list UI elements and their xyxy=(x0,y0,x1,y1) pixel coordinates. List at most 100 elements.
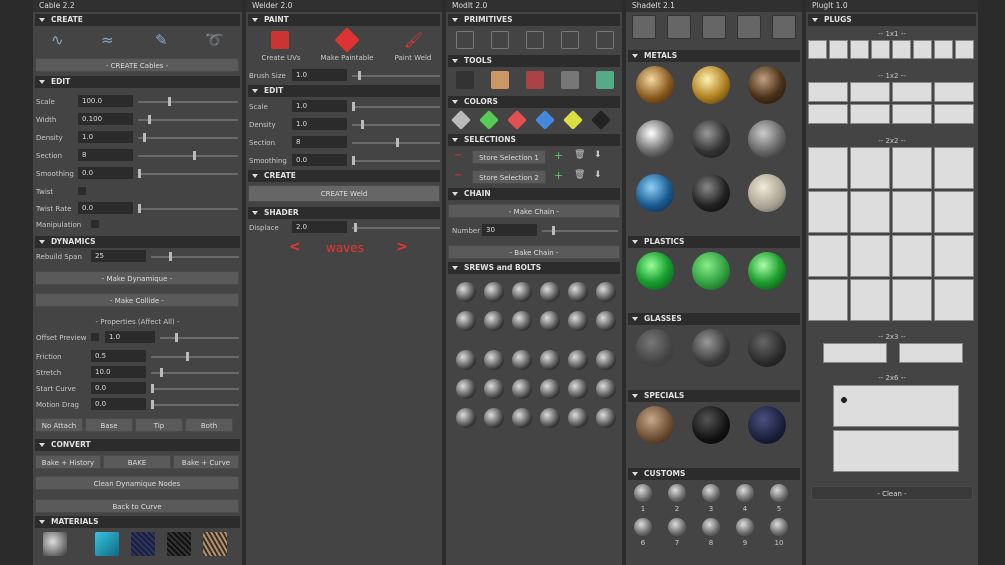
chain-number-field[interactable]: 30 xyxy=(482,224,537,236)
plug-2x3-a[interactable] xyxy=(823,343,887,363)
plug-2x2-8[interactable] xyxy=(808,235,848,277)
undefined-sphere-5[interactable] xyxy=(748,120,786,158)
color-swatch-0[interactable] xyxy=(451,110,471,130)
undefined-sphere-2[interactable] xyxy=(748,329,786,367)
screw-icon[interactable] xyxy=(568,408,588,428)
create-weld-button[interactable]: CREATE Weld xyxy=(248,185,440,202)
primitive-icon-4[interactable] xyxy=(596,31,614,49)
screw-icon[interactable] xyxy=(596,408,616,428)
pfield-slider-2[interactable] xyxy=(151,384,239,393)
screw-icon[interactable] xyxy=(456,282,476,302)
screws-section-header[interactable]: SREWS and BOLTS xyxy=(448,262,620,274)
plug-1x2-4[interactable] xyxy=(808,104,848,124)
plug-1x2-0[interactable] xyxy=(808,82,848,102)
tool-icon-0[interactable] xyxy=(456,71,474,89)
load-selection1-icon[interactable]: ⬇ xyxy=(594,150,602,160)
plug-2x2-2[interactable] xyxy=(892,147,932,189)
plug-2x2-13[interactable] xyxy=(850,279,890,321)
plug-1x2-3[interactable] xyxy=(934,82,974,102)
materials-section-header[interactable]: MATERIALS xyxy=(35,516,240,528)
color-swatch-4[interactable] xyxy=(563,110,583,130)
plug-1x2-2[interactable] xyxy=(892,82,932,102)
plug-2x2-5[interactable] xyxy=(850,191,890,233)
paint-weld-label[interactable]: Paint Weld xyxy=(388,54,438,62)
material-cyan-swatch[interactable] xyxy=(95,532,119,556)
custom-sphere-4[interactable] xyxy=(770,484,788,502)
specials-section-header[interactable]: SPECIALS xyxy=(628,390,800,402)
paint-weld-icon[interactable]: 🖌 xyxy=(404,31,423,49)
screw-icon[interactable] xyxy=(540,408,560,428)
welder-field-value-3[interactable]: 0.0 xyxy=(292,154,347,166)
welder-field-slider-2[interactable] xyxy=(352,138,440,147)
plug-2x2-12[interactable] xyxy=(808,279,848,321)
pfield-value-0[interactable]: 0.5 xyxy=(91,350,146,362)
shade-tool-icon-3[interactable] xyxy=(737,15,761,39)
tool-icon-1[interactable] xyxy=(491,71,509,89)
plug-1x1-0[interactable] xyxy=(808,40,827,59)
edit-section-header[interactable]: EDIT xyxy=(35,76,240,88)
field-value-2[interactable]: 1.0 xyxy=(78,131,133,143)
slider-knob[interactable] xyxy=(352,156,355,165)
plastics-section-header[interactable]: PLASTICS xyxy=(628,236,800,248)
undefined-sphere-7[interactable] xyxy=(692,174,730,212)
slider-knob[interactable] xyxy=(352,102,355,111)
undefined-sphere-2[interactable] xyxy=(748,252,786,290)
undefined-sphere-1[interactable] xyxy=(692,252,730,290)
plug-2x2-4[interactable] xyxy=(808,191,848,233)
metals-section-header[interactable]: METALS xyxy=(628,50,800,62)
primitive-icon-3[interactable] xyxy=(561,31,579,49)
field-slider-4[interactable] xyxy=(138,169,238,178)
plug-1x2-1[interactable] xyxy=(850,82,890,102)
tool-icon-2[interactable] xyxy=(526,71,544,89)
plug-1x1-3[interactable] xyxy=(871,40,890,59)
paint-section-header[interactable]: PAINT xyxy=(248,14,440,26)
back-to-curve-button[interactable]: Back to Curve xyxy=(35,499,239,513)
screw-icon[interactable] xyxy=(484,311,504,331)
screw-icon[interactable] xyxy=(540,282,560,302)
add-selection1-icon[interactable]: + xyxy=(554,149,563,162)
undefined-sphere-2[interactable] xyxy=(748,406,786,444)
screw-icon[interactable] xyxy=(456,350,476,370)
cable-loop-icon[interactable]: ➰ xyxy=(205,31,224,49)
offset-preview-checkbox[interactable] xyxy=(91,333,99,341)
slider-knob[interactable] xyxy=(148,115,151,124)
field-value-0[interactable]: 100.0 xyxy=(78,95,133,107)
plug-2x2-0[interactable] xyxy=(808,147,848,189)
chain-section-header[interactable]: CHAIN xyxy=(448,188,620,200)
color-swatch-5[interactable] xyxy=(591,110,611,130)
primitive-icon-2[interactable] xyxy=(526,31,544,49)
create-cables-button[interactable]: - CREATE Cables - xyxy=(35,58,239,72)
custom-sphere-9[interactable] xyxy=(770,518,788,536)
plug-2x2-11[interactable] xyxy=(934,235,974,277)
undefined-sphere-4[interactable] xyxy=(692,120,730,158)
make-paintable-icon[interactable] xyxy=(334,27,360,53)
chain-number-slider[interactable] xyxy=(542,226,618,235)
plug-2x6-a[interactable] xyxy=(833,385,959,427)
plug-1x2-7[interactable] xyxy=(934,104,974,124)
clean-button[interactable]: - Clean - xyxy=(811,486,973,500)
screw-icon[interactable] xyxy=(596,379,616,399)
plug-1x1-2[interactable] xyxy=(850,40,869,59)
primitive-icon-1[interactable] xyxy=(491,31,509,49)
plug-1x1-5[interactable] xyxy=(913,40,932,59)
bake-history-button[interactable]: Bake + History xyxy=(35,455,101,469)
screw-icon[interactable] xyxy=(484,350,504,370)
primitives-section-header[interactable]: PRIMITIVES xyxy=(448,14,620,26)
welder-create-section-header[interactable]: CREATE xyxy=(248,170,440,182)
slider-knob[interactable] xyxy=(360,120,364,129)
screw-icon[interactable] xyxy=(512,311,532,331)
create-section-header[interactable]: CREATE xyxy=(35,14,240,26)
custom-sphere-6[interactable] xyxy=(668,518,686,536)
material-default-icon[interactable] xyxy=(43,532,67,556)
load-selection2-icon[interactable]: ⬇ xyxy=(594,170,602,180)
screw-icon[interactable] xyxy=(484,408,504,428)
slider-knob[interactable] xyxy=(396,138,399,147)
plug-2x2-14[interactable] xyxy=(892,279,932,321)
welder-field-value-0[interactable]: 1.0 xyxy=(292,100,347,112)
shade-tool-icon-1[interactable] xyxy=(667,15,691,39)
shade-tool-icon-0[interactable] xyxy=(632,15,656,39)
bake-button[interactable]: BAKE xyxy=(103,455,171,469)
create-uvs-label[interactable]: Create UVs xyxy=(256,54,306,62)
offset-preview-slider[interactable] xyxy=(160,333,239,342)
twist-rate-slider[interactable] xyxy=(138,204,238,213)
